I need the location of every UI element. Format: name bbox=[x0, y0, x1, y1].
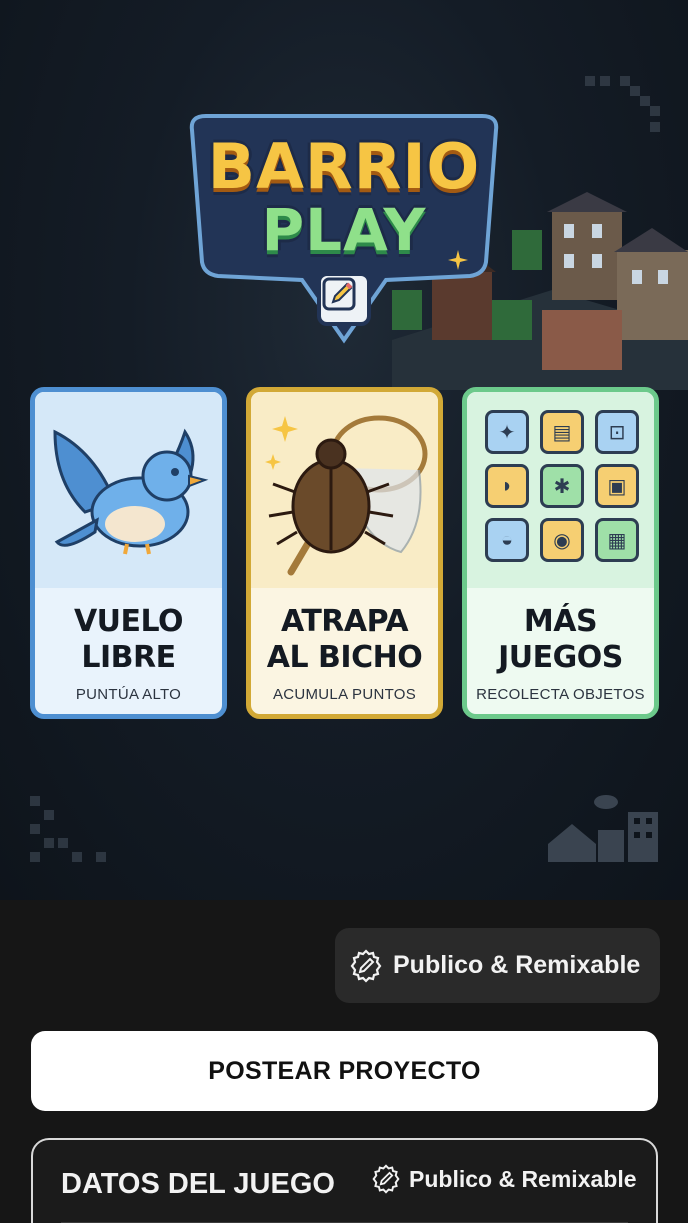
decor-pixel bbox=[640, 96, 650, 106]
card-text: VUELO LIBRE PUNTÚA ALTO bbox=[35, 588, 222, 714]
card-title-line2: LIBRE bbox=[81, 640, 176, 675]
visibility-status[interactable]: Publico & Remixable bbox=[371, 1164, 637, 1194]
decor-pixel bbox=[585, 76, 595, 86]
mailbox-icon: ⊡ bbox=[595, 410, 639, 454]
barrio-play-logo: BARRIO PLAY bbox=[186, 112, 502, 344]
grid-icon: ▦ bbox=[595, 518, 639, 562]
logo-title-line1: BARRIO bbox=[207, 130, 481, 203]
games-grid-icon: ✦ ▤ ⊡ ◗ ✱ ▣ ◒ ◉ ▦ bbox=[485, 410, 640, 570]
bird-icon bbox=[53, 428, 209, 555]
visibility-label: Publico & Remixable bbox=[409, 1165, 637, 1192]
decor-pixel bbox=[650, 106, 660, 116]
beetle-net-icon bbox=[265, 415, 428, 576]
bug-icon: ✱ bbox=[540, 464, 584, 508]
map-icon: ▤ bbox=[540, 410, 584, 454]
card-text: MÁS JUEGOS RECOLECTA OBJETOS bbox=[467, 588, 654, 714]
horn-icon: ◗ bbox=[485, 464, 529, 508]
visibility-toggle[interactable]: Publico & Remixable bbox=[335, 928, 660, 1003]
decor-pixel bbox=[72, 852, 82, 862]
game-card-atrapa-al-bicho[interactable]: ATRAPA AL BICHO ACUMULA PUNTOS bbox=[246, 387, 443, 719]
section-title: DATOS DEL JUEGO bbox=[61, 1168, 335, 1200]
game-data-section: DATOS DEL JUEGO Publico & Remixable bbox=[31, 1138, 658, 1223]
edit-icon bbox=[317, 272, 371, 326]
game-hero-banner: BARRIO PLAY VUELO LIBRE PUNTÚA ALTO ATRA… bbox=[0, 0, 688, 900]
card-title-line1: MÁS bbox=[523, 604, 598, 639]
decor-pixel bbox=[600, 76, 610, 86]
decor-pixel bbox=[96, 852, 106, 862]
picture-icon: ▣ bbox=[595, 464, 639, 508]
decor-pixel bbox=[30, 852, 40, 862]
card-title-line2: JUEGOS bbox=[498, 640, 623, 675]
sparkle-icon bbox=[448, 250, 468, 270]
bird-icon: ✦ bbox=[485, 410, 529, 454]
card-title-line1: VUELO bbox=[73, 604, 184, 639]
decor-pixel bbox=[30, 796, 40, 806]
teapot-icon: ◒ bbox=[485, 518, 529, 562]
card-illustration: ✦ ▤ ⊡ ◗ ✱ ▣ ◒ ◉ ▦ bbox=[467, 392, 654, 588]
card-title: VUELO LIBRE bbox=[35, 604, 222, 676]
card-title: MÁS JUEGOS bbox=[467, 604, 654, 676]
card-subtitle: ACUMULA PUNTOS bbox=[272, 686, 417, 703]
decor-pixel bbox=[58, 838, 68, 848]
card-text: ATRAPA AL BICHO ACUMULA PUNTOS bbox=[251, 588, 438, 714]
card-title-line2: AL BICHO bbox=[266, 640, 423, 675]
game-cards: VUELO LIBRE PUNTÚA ALTO ATRAPA AL BICHO … bbox=[30, 387, 660, 719]
post-project-button[interactable]: POSTEAR PROYECTO bbox=[31, 1031, 658, 1111]
card-title: ATRAPA AL BICHO bbox=[251, 604, 438, 676]
town-skyline-icon bbox=[548, 795, 658, 862]
game-card-vuelo-libre[interactable]: VUELO LIBRE PUNTÚA ALTO bbox=[30, 387, 227, 719]
remix-icon bbox=[350, 948, 382, 983]
card-subtitle: PUNTÚA ALTO bbox=[75, 686, 182, 703]
coin-icon: ◉ bbox=[540, 518, 584, 562]
remix-icon bbox=[372, 1164, 400, 1194]
decor-pixel bbox=[650, 122, 660, 132]
decor-pixel bbox=[620, 76, 630, 86]
card-illustration bbox=[251, 392, 438, 588]
card-title-line1: ATRAPA bbox=[280, 604, 409, 639]
decor-pixel bbox=[44, 810, 54, 820]
card-illustration bbox=[35, 392, 222, 588]
decor-pixel bbox=[30, 824, 40, 834]
visibility-label: Publico & Remixable bbox=[393, 951, 641, 979]
decor-pixel bbox=[630, 86, 640, 96]
card-subtitle: RECOLECTA OBJETOS bbox=[476, 686, 645, 703]
game-card-mas-juegos[interactable]: ✦ ▤ ⊡ ◗ ✱ ▣ ◒ ◉ ▦ MÁS JUEGOS RECOLECTA O… bbox=[462, 387, 659, 719]
decor-pixel bbox=[44, 838, 54, 848]
